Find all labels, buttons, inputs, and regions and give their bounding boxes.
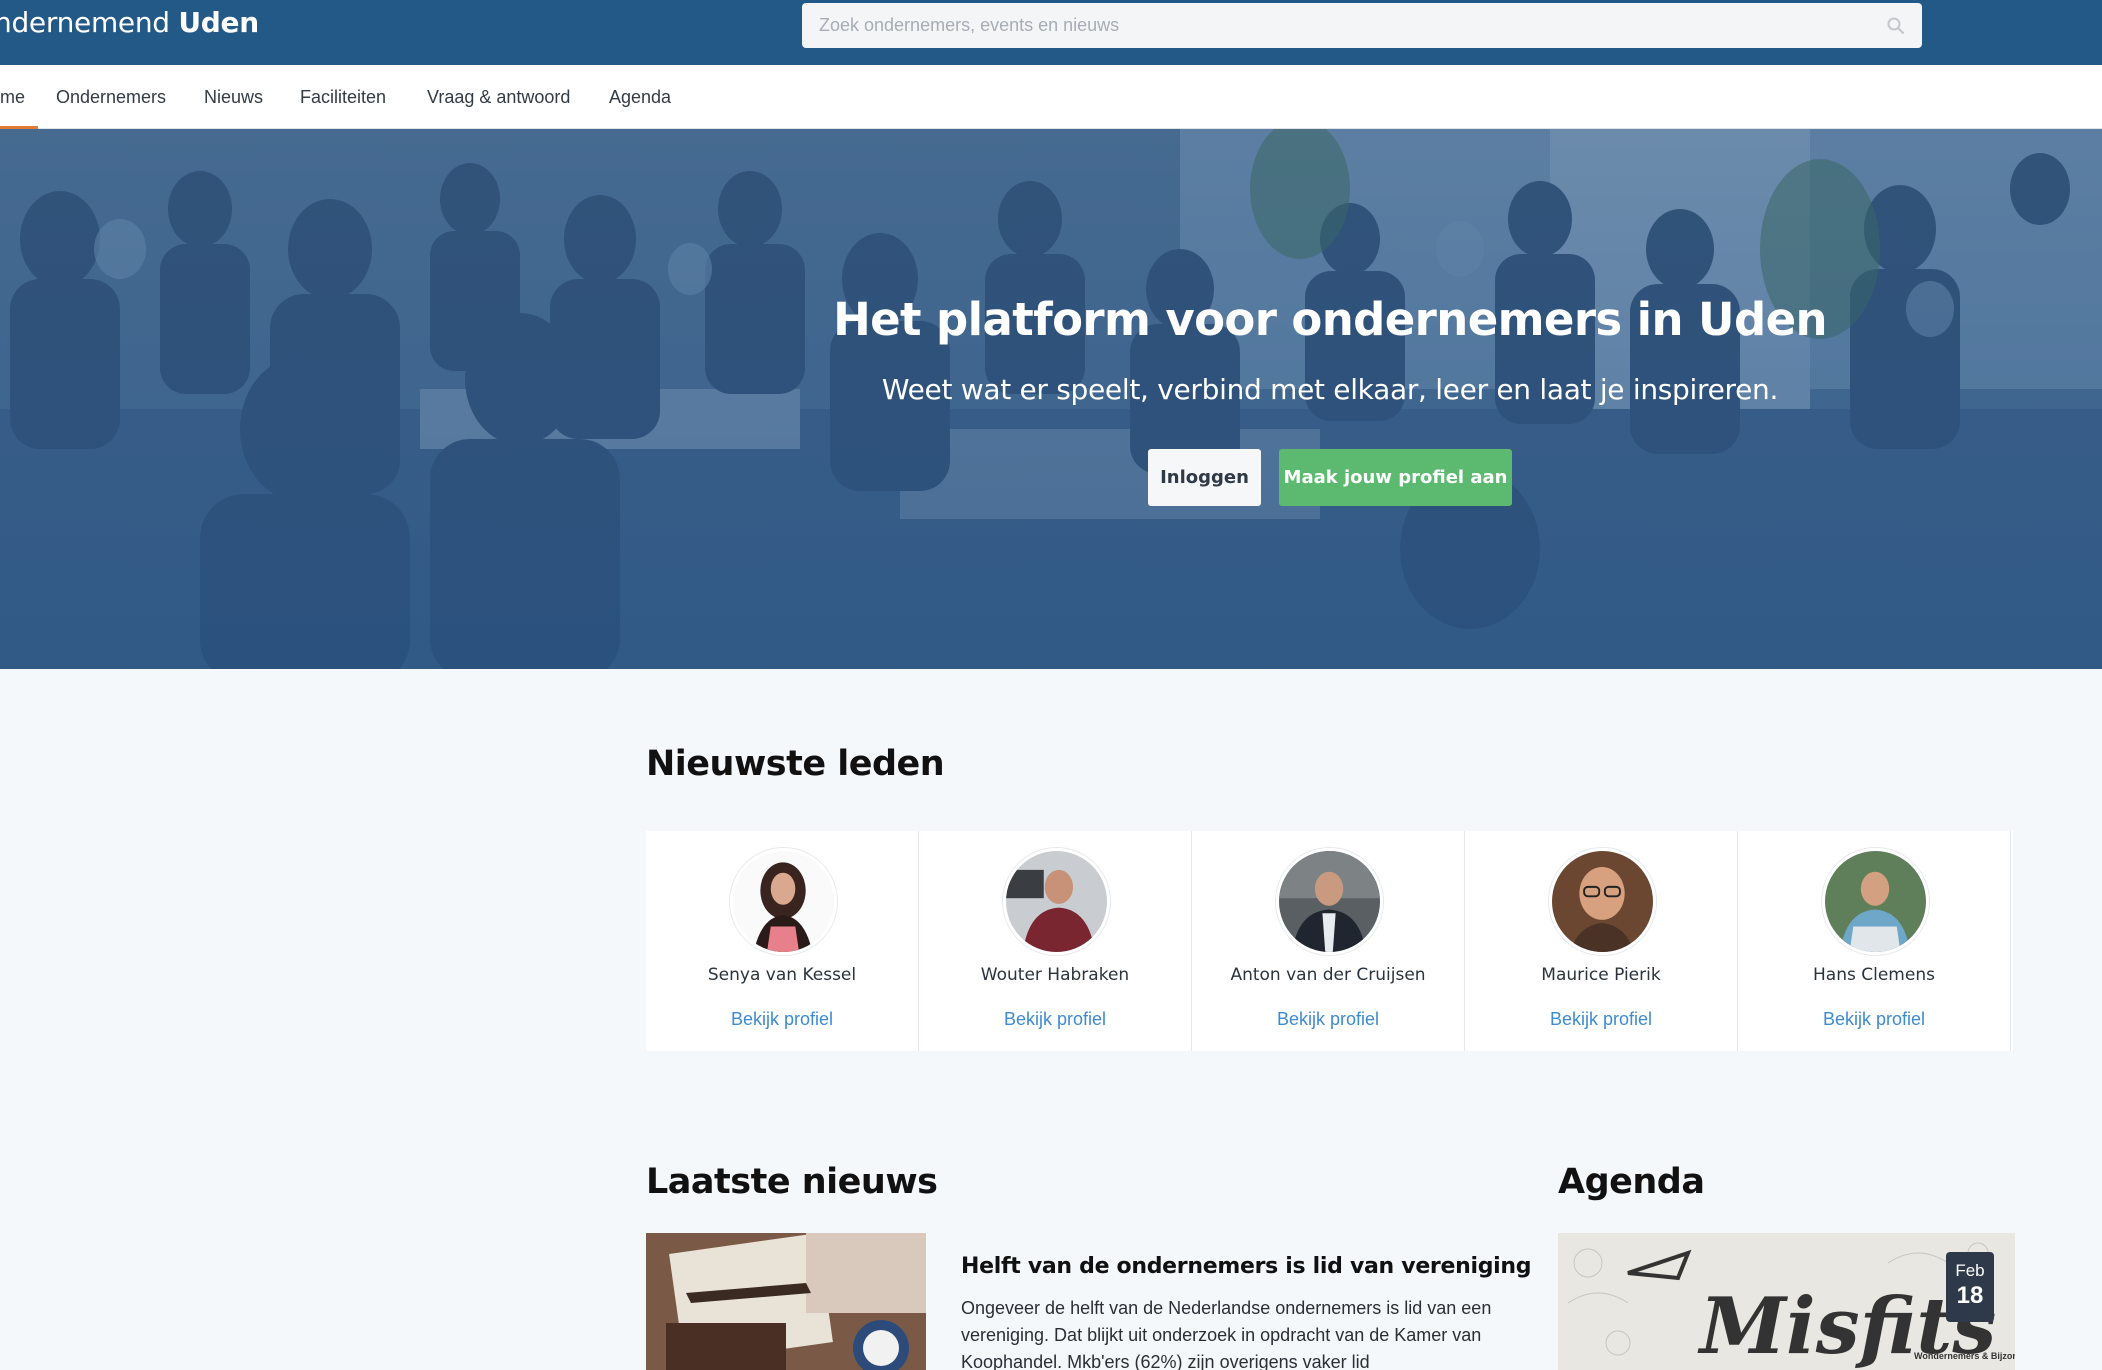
search-input[interactable]	[802, 3, 1922, 48]
news-thumbnail[interactable]	[646, 1233, 926, 1370]
search-icon[interactable]	[1887, 17, 1904, 34]
member-avatar[interactable]	[1822, 848, 1929, 955]
member-avatar[interactable]	[730, 848, 837, 955]
member-name: Anton van der Cruijsen	[1230, 965, 1426, 985]
agenda-image-subtitle: Wondernemers & Bijzondernemers	[1914, 1351, 2015, 1361]
member-avatar[interactable]	[1549, 848, 1656, 955]
member-card: Anton van der Cruijsen Bekijk profiel	[1192, 831, 1465, 1051]
hero-banner: Het platform voor ondernemers in Uden We…	[0, 129, 2102, 669]
nav-item-vraag-antwoord[interactable]: Vraag & antwoord	[427, 65, 570, 129]
member-name: Wouter Habraken	[980, 965, 1130, 985]
event-date-month: Feb	[1955, 1261, 1985, 1280]
hero-subtitle: Weet wat er speelt, verbind met elkaar, …	[881, 373, 1779, 406]
members-list: Senya van Kessel Bekijk profiel Wouter H…	[646, 831, 2013, 1051]
nav-item-faciliteiten[interactable]: Faciliteiten	[300, 65, 386, 129]
agenda-event-card[interactable]: Misfits Wondernemers & Bijzondernemers F…	[1558, 1233, 2015, 1370]
main-nav: me Ondernemers Nieuws Faciliteiten Vraag…	[0, 65, 2102, 129]
news-item-body: Ongeveer de helft van de Nederlandse ond…	[961, 1298, 1492, 1370]
member-name: Hans Clemens	[1813, 965, 1935, 985]
login-button[interactable]: Inloggen	[1148, 449, 1261, 506]
create-profile-button[interactable]: Maak jouw profiel aan	[1279, 449, 1512, 506]
view-profile-link[interactable]: Bekijk profiel	[1192, 1009, 1464, 1030]
hero-title: Het platform voor ondernemers in Uden	[833, 293, 1827, 346]
event-date-badge: Feb 18	[1946, 1252, 1994, 1322]
view-profile-link[interactable]: Bekijk profiel	[1465, 1009, 1737, 1030]
nav-item-nieuws[interactable]: Nieuws	[204, 65, 263, 129]
logo-text: ndernemend	[0, 6, 179, 39]
view-profile-link[interactable]: Bekijk profiel	[646, 1009, 918, 1030]
news-heading: Laatste nieuws	[646, 1162, 938, 1202]
view-profile-link[interactable]: Bekijk profiel	[919, 1009, 1191, 1030]
site-logo[interactable]: ndernemend Uden	[0, 6, 259, 39]
event-date-day: 18	[1956, 1282, 1984, 1309]
member-avatar[interactable]	[1276, 848, 1383, 955]
member-name: Maurice Pierik	[1541, 965, 1661, 985]
member-name: Senya van Kessel	[707, 965, 857, 985]
member-avatar[interactable]	[1003, 848, 1110, 955]
nav-item-agenda[interactable]: Agenda	[609, 65, 671, 129]
news-item-title[interactable]: Helft van de ondernemers is lid van vere…	[961, 1254, 1532, 1279]
member-card: Maurice Pierik Bekijk profiel	[1465, 831, 1738, 1051]
top-bar: ndernemend Uden	[0, 0, 2102, 65]
member-card: Senya van Kessel Bekijk profiel	[646, 831, 919, 1051]
search-box	[802, 3, 1922, 48]
members-heading: Nieuwste leden	[646, 744, 945, 784]
nav-item-ondernemers[interactable]: Ondernemers	[56, 65, 166, 129]
agenda-heading: Agenda	[1558, 1162, 1705, 1202]
member-card: Hans Clemens Bekijk profiel	[1738, 831, 2011, 1051]
view-profile-link[interactable]: Bekijk profiel	[1738, 1009, 2010, 1030]
nav-item-home[interactable]: me	[0, 65, 38, 129]
member-card: Wouter Habraken Bekijk profiel	[919, 831, 1192, 1051]
logo-text-strong: Uden	[178, 6, 259, 39]
